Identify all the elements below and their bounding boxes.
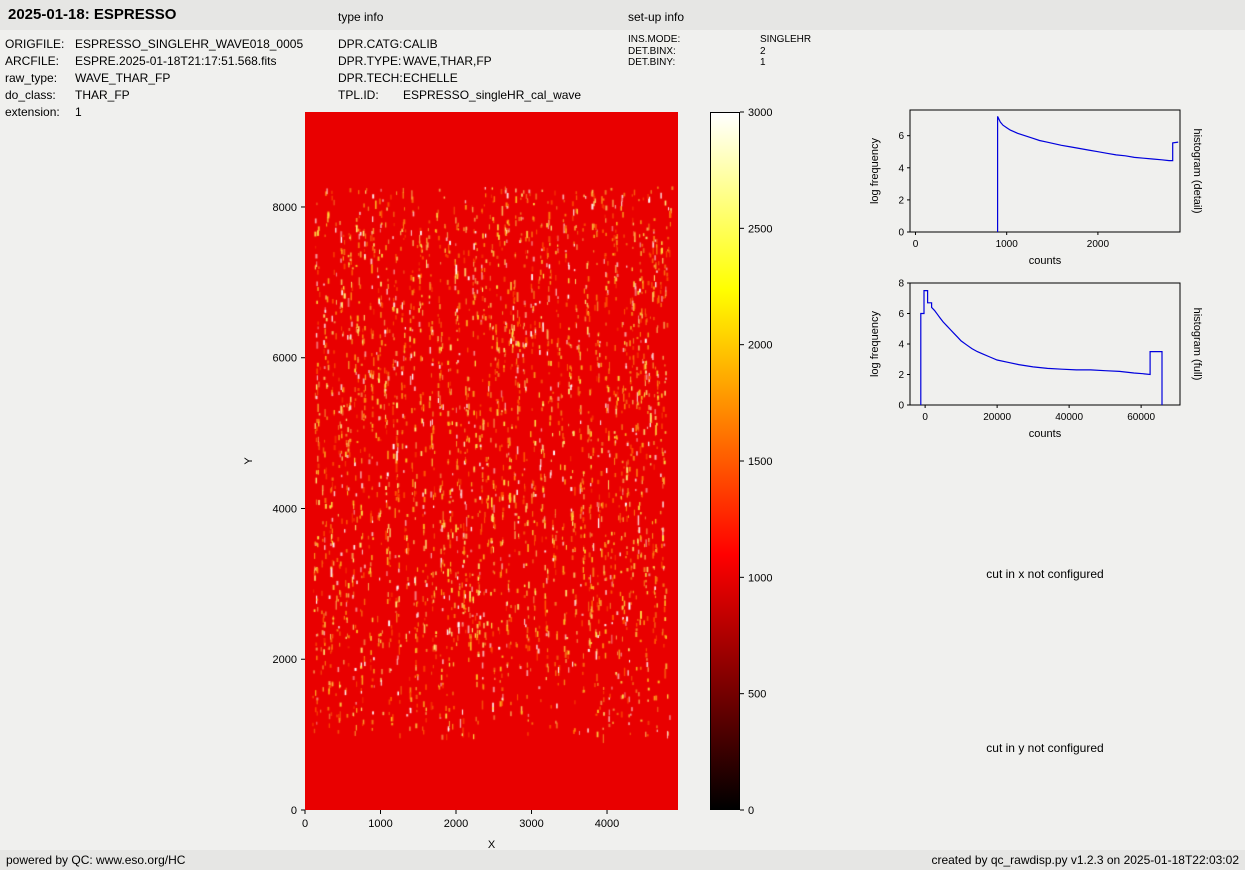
field-value: ESPRE.2025-01-18T21:17:51.568.fits (75, 53, 276, 70)
field-value: WAVE_THAR_FP (75, 70, 170, 87)
file-info-row: ARCFILE: ESPRE.2025-01-18T21:17:51.568.f… (5, 53, 303, 70)
field-value: 1 (760, 57, 766, 69)
y-tick-label: 6000 (273, 353, 297, 365)
y-tick-label: 8 (898, 279, 904, 290)
setup-info-row: DET.BINY: 1 (628, 57, 811, 69)
y-axis-label: log frequency (869, 137, 881, 204)
x-tick-label: 1000 (368, 818, 392, 830)
colorbar-tick-label: 1000 (748, 572, 772, 584)
x-axis-label: counts (1029, 428, 1062, 440)
field-label: DPR.TECH: (338, 70, 403, 87)
x-tick-label: 4000 (595, 818, 619, 830)
type-info-row: DPR.TECH: ECHELLE (338, 70, 581, 87)
colorbar-tick-label: 3000 (748, 107, 772, 119)
file-info-row: ORIGFILE: ESPRESSO_SINGLEHR_WAVE018_0005 (5, 36, 303, 53)
type-info-block: DPR.CATG: CALIB DPR.TYPE: WAVE,THAR,FP D… (338, 36, 581, 104)
field-value: WAVE,THAR,FP (403, 53, 492, 70)
field-value: ESPRESSO_singleHR_cal_wave (403, 87, 581, 104)
colorbar-tick-label: 2000 (748, 340, 772, 352)
file-info-block: ORIGFILE: ESPRESSO_SINGLEHR_WAVE018_0005… (5, 36, 303, 121)
colorbar-tick-label: 500 (748, 689, 766, 701)
field-value: CALIB (403, 36, 438, 53)
y-tick-label: 4 (898, 340, 904, 351)
raw-frame-image (305, 112, 678, 810)
plot-right-label: histogram (detail) (1191, 129, 1203, 214)
setup-info-row: INS.MODE: SINGLEHR (628, 34, 811, 46)
setup-info-block: INS.MODE: SINGLEHR DET.BINX: 2 DET.BINY:… (628, 34, 811, 69)
colorbar-tick-label: 0 (748, 805, 754, 817)
cut-x-note: cut in x not configured (880, 567, 1210, 581)
y-tick-label: 6 (898, 131, 904, 142)
field-label: DPR.CATG: (338, 36, 403, 53)
colorbar-tick-label: 1500 (748, 456, 772, 468)
file-info-row: raw_type: WAVE_THAR_FP (5, 70, 303, 87)
type-info-row: TPL.ID: ESPRESSO_singleHR_cal_wave (338, 87, 581, 104)
colorbar-tick-label: 2500 (748, 223, 772, 235)
plot-right-label: histogram (full) (1191, 308, 1203, 381)
field-value: 2 (760, 46, 766, 58)
x-tick-label: 20000 (983, 412, 1011, 423)
field-label: DET.BINX: (628, 46, 760, 58)
y-tick-label: 8000 (273, 202, 297, 214)
field-value: 1 (75, 104, 82, 121)
x-tick-label: 3000 (519, 818, 543, 830)
y-axis-label: Y (243, 457, 255, 465)
x-tick-label: 0 (302, 818, 308, 830)
type-info-row: DPR.TYPE: WAVE,THAR,FP (338, 53, 581, 70)
field-label: INS.MODE: (628, 34, 760, 46)
footer-left: powered by QC: www.eso.org/HC (6, 853, 185, 867)
plot-frame (910, 110, 1180, 232)
x-tick-label: 2000 (444, 818, 468, 830)
file-info-row: extension: 1 (5, 104, 303, 121)
x-tick-label: 40000 (1055, 412, 1083, 423)
type-info-row: DPR.CATG: CALIB (338, 36, 581, 53)
y-tick-label: 4 (898, 163, 904, 174)
page-title: 2025-01-18: ESPRESSO (8, 6, 176, 23)
field-label: DET.BINY: (628, 57, 760, 69)
field-label: DPR.TYPE: (338, 53, 403, 70)
field-label: ORIGFILE: (5, 36, 75, 53)
y-tick-label: 2 (898, 370, 904, 381)
field-label: do_class: (5, 87, 75, 104)
y-tick-label: 0 (898, 401, 904, 412)
x-tick-label: 1000 (996, 239, 1019, 250)
y-tick-label: 2000 (273, 654, 297, 666)
field-label: TPL.ID: (338, 87, 403, 104)
type-info-heading: type info (338, 10, 383, 24)
header-bar: 2025-01-18: ESPRESSO type info set-up in… (0, 0, 1245, 30)
field-value: SINGLEHR (760, 34, 811, 46)
x-tick-label: 0 (913, 239, 919, 250)
x-axis-label: counts (1029, 255, 1062, 267)
y-tick-label: 0 (291, 805, 297, 817)
colorbar (710, 112, 740, 810)
y-axis-label: log frequency (869, 310, 881, 377)
x-tick-label: 60000 (1127, 412, 1155, 423)
footer-right: created by qc_rawdisp.py v1.2.3 on 2025-… (931, 853, 1239, 867)
y-tick-label: 2 (898, 195, 904, 206)
setup-info-row: DET.BINX: 2 (628, 46, 811, 58)
y-tick-label: 0 (898, 228, 904, 239)
qc-report-page: 2025-01-18: ESPRESSO type info set-up in… (0, 0, 1245, 870)
x-tick-label: 0 (922, 412, 928, 423)
field-label: raw_type: (5, 70, 75, 87)
field-value: ECHELLE (403, 70, 458, 87)
field-value: ESPRESSO_SINGLEHR_WAVE018_0005 (75, 36, 303, 53)
y-tick-label: 6 (898, 309, 904, 320)
x-tick-label: 2000 (1087, 239, 1110, 250)
setup-info-heading: set-up info (628, 10, 684, 24)
histogram-line (998, 116, 1179, 232)
file-info-row: do_class: THAR_FP (5, 87, 303, 104)
field-label: extension: (5, 104, 75, 121)
histogram-line (921, 291, 1162, 405)
plot-frame (910, 283, 1180, 405)
y-tick-label: 4000 (273, 503, 297, 515)
footer-bar: powered by QC: www.eso.org/HC created by… (0, 850, 1245, 870)
field-value: THAR_FP (75, 87, 130, 104)
cut-y-note: cut in y not configured (880, 741, 1210, 755)
field-label: ARCFILE: (5, 53, 75, 70)
